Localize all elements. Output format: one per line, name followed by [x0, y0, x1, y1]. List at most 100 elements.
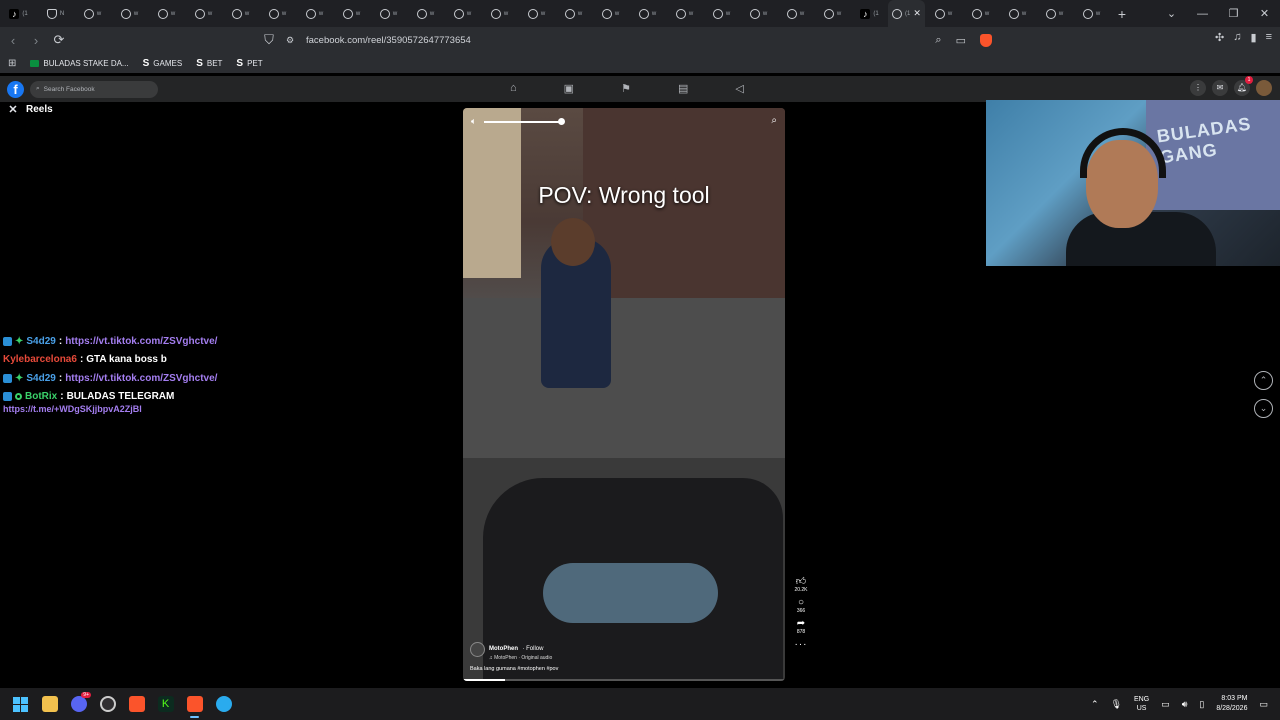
volume-knob[interactable] [558, 117, 566, 125]
streamlabs-button[interactable]: K [151, 688, 180, 720]
start-button[interactable] [6, 688, 35, 720]
browser-tab[interactable]: w [518, 0, 555, 27]
telegram-button[interactable] [209, 688, 238, 720]
chat-username[interactable]: S4d29 [26, 336, 55, 347]
bookmark-buladas[interactable]: BULADAS STAKE DA... [30, 59, 129, 68]
volume-slider[interactable] [484, 117, 566, 125]
close-window-icon[interactable]: ✕ [1249, 7, 1280, 20]
browser-tab[interactable]: w [592, 0, 629, 27]
browser-tab[interactable]: w [555, 0, 592, 27]
browser-tab[interactable]: w [370, 0, 407, 27]
back-icon[interactable]: ‹ [3, 33, 23, 48]
browser-tab[interactable]: w [777, 0, 814, 27]
browser-tab[interactable]: (1 ✕ [888, 0, 925, 27]
browser-tab[interactable]: ♪ (1 [851, 0, 888, 27]
bookmark-bet[interactable]: S BET [196, 58, 222, 69]
facebook-logo-icon[interactable]: f [7, 80, 24, 98]
tray-expand-icon[interactable]: ⌃ [1091, 699, 1099, 710]
chat-link[interactable]: https://vt.tiktok.com/ZSVghctve/ [65, 336, 217, 347]
next-reel-icon[interactable]: ⌄ [1254, 399, 1273, 418]
browser-tab[interactable]: w [1073, 0, 1110, 27]
address-bar[interactable]: ⚙ facebook.com/reel/3590572647773654 ⌕ ▭ [278, 29, 1000, 51]
video-icon[interactable]: ▣ [564, 82, 574, 95]
bookmark-games[interactable]: S GAMES [143, 58, 183, 69]
author-avatar[interactable] [470, 641, 485, 657]
menu-grid-icon[interactable]: ⋮ [1190, 80, 1206, 96]
browser-tab[interactable]: w [296, 0, 333, 27]
notification-center-icon[interactable]: ▭ [1259, 699, 1268, 710]
brave-button[interactable] [122, 688, 151, 720]
browser-tab[interactable]: w [666, 0, 703, 27]
browser-tab[interactable]: ♪ (1 [0, 0, 37, 27]
facebook-search-input[interactable]: ⌕ Search Facebook [30, 80, 158, 98]
pages-icon[interactable]: ⚑ [621, 82, 631, 95]
discord-button[interactable]: 9+ [64, 688, 93, 720]
browser-tab[interactable]: w [222, 0, 259, 27]
site-info-icon[interactable]: ⚙ [286, 35, 294, 46]
file-explorer-button[interactable] [35, 688, 64, 720]
previous-reel-icon[interactable]: ⌃ [1254, 371, 1273, 390]
video-progress[interactable] [463, 679, 785, 681]
close-icon[interactable]: ✕ [6, 103, 20, 116]
cast-icon[interactable]: ▭ [956, 34, 966, 47]
browser-tab[interactable]: w [185, 0, 222, 27]
volume-control[interactable]: 🔈︎ [471, 116, 566, 127]
browser-tab[interactable]: w [259, 0, 296, 27]
bookmark-icon[interactable]: ⛉ [259, 32, 279, 48]
chat-username[interactable]: BotRix [25, 391, 57, 402]
ads-icon[interactable]: ◁ [735, 82, 743, 95]
network-icon[interactable]: ▭ [1161, 699, 1170, 710]
messenger-icon[interactable]: ✉ [1212, 80, 1228, 96]
volume-icon[interactable]: 🔈︎ [471, 116, 476, 127]
author-name[interactable]: MotoPhen [489, 646, 518, 652]
notifications-icon[interactable]: 🔔︎ 1 [1234, 76, 1253, 96]
browser-tab[interactable]: w [444, 0, 481, 27]
bookmark-pet[interactable]: S PET [236, 58, 262, 69]
audio-label[interactable]: MotoPhen · Original audio [494, 655, 552, 661]
home-icon[interactable]: ⌂ [510, 82, 517, 95]
browser-tab[interactable]: w [74, 0, 111, 27]
browser-tab[interactable]: w [481, 0, 518, 27]
chat-telegram-link[interactable]: https://t.me/+WDgSKjjbpvA2ZjBl [3, 404, 142, 414]
close-tab-icon[interactable]: ✕ [913, 8, 921, 19]
chat-username[interactable]: S4d29 [26, 373, 55, 384]
brave-shields-icon[interactable] [980, 33, 992, 47]
battery-icon[interactable]: ▯ [1199, 699, 1204, 710]
browser-tab[interactable]: w [703, 0, 740, 27]
share-button[interactable]: ➦ 878 [797, 618, 805, 635]
zoom-icon[interactable]: ⌕ [935, 34, 941, 47]
video-author[interactable]: MotoPhen · Follow ♫ MotoPhen · Original … [470, 637, 552, 661]
chat-link[interactable]: https://vt.tiktok.com/ZSVghctve/ [65, 373, 217, 384]
browser-tab[interactable]: w [925, 0, 962, 27]
obs-button[interactable] [93, 688, 122, 720]
language-indicator[interactable]: ENG US [1134, 695, 1149, 713]
reload-icon[interactable]: ⟳ [49, 32, 69, 48]
marketplace-icon[interactable]: ▤ [678, 82, 688, 95]
browser-tab[interactable]: w [999, 0, 1036, 27]
tab-search-icon[interactable]: ⌄ [1156, 7, 1187, 20]
browser-tab[interactable]: w [111, 0, 148, 27]
new-tab-icon[interactable]: + [1110, 6, 1134, 22]
follow-button[interactable]: Follow [526, 646, 543, 652]
browser-tab[interactable]: w [962, 0, 999, 27]
menu-icon[interactable]: ≡ [1266, 31, 1272, 44]
extensions-icon[interactable]: ✣ [1215, 31, 1224, 44]
browser-tab[interactable]: w [148, 0, 185, 27]
chat-username[interactable]: Kylebarcelona6 [3, 354, 77, 365]
like-button[interactable]: 👍︎ 20.2K [794, 575, 807, 593]
browser-tab[interactable]: w [1036, 0, 1073, 27]
comment-button[interactable]: ○ 366 [797, 597, 805, 614]
microphone-icon[interactable]: 🎙︎ [1111, 699, 1122, 710]
browser-tab[interactable]: w [814, 0, 851, 27]
sidebar-icon[interactable]: ▮ [1251, 31, 1257, 44]
profile-avatar[interactable] [1256, 80, 1272, 96]
url-text[interactable]: facebook.com/reel/3590572647773654 [306, 35, 471, 46]
browser-tab[interactable]: w [740, 0, 777, 27]
brave-active-button[interactable] [180, 688, 209, 720]
minimize-icon[interactable]: — [1187, 8, 1218, 20]
browser-tab[interactable]: w [407, 0, 444, 27]
forward-icon[interactable]: › [26, 33, 46, 48]
clock[interactable]: 8:03 PM 8/28/2026 [1216, 694, 1247, 714]
reel-video[interactable]: 🔈︎ ⌕ POV: Wrong tool MotoPhen · Follow ♫… [463, 108, 785, 681]
apps-icon[interactable]: ⊞ [8, 58, 16, 69]
